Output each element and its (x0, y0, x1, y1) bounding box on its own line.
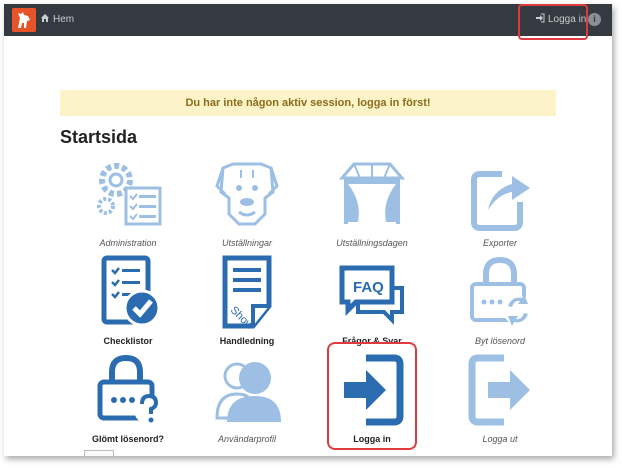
tile-utstallningar[interactable]: Utställningar (187, 156, 307, 248)
tile-checklistor[interactable]: Checklistor (68, 254, 188, 346)
tile-label: Handledning (219, 336, 275, 346)
tile-label: Glömt lösenord? (92, 434, 164, 444)
tile-label: Exporter (482, 238, 517, 248)
tile-label: Byt lösenord (474, 336, 526, 346)
gears-checklist-icon (97, 163, 162, 226)
lock-question-icon (97, 354, 162, 424)
tile-handledning[interactable]: Show Handledning (187, 254, 307, 346)
faq-text: FAQ (353, 279, 384, 296)
tile-glomt-losenord[interactable]: Glömt lösenord? (68, 352, 188, 444)
tile-label: Administration (99, 238, 157, 248)
tile-label: Logga ut (482, 434, 518, 444)
tile-label: Checklistor (103, 336, 153, 346)
nav-home-link[interactable]: Hem (40, 13, 74, 26)
session-alert: Du har inte någon aktiv session, logga i… (60, 90, 556, 116)
faq-icon: FAQ (339, 265, 404, 325)
tile-anvandarprofil[interactable]: Användarprofil (187, 352, 307, 444)
lock-refresh-icon (470, 256, 533, 326)
session-alert-text: Du har inte någon aktiv session, logga i… (185, 97, 431, 109)
tile-label: Användarprofil (217, 434, 277, 444)
nav-home-label: Hem (53, 14, 75, 25)
tile-utstallningsdagen[interactable]: Utställningsdagen (312, 156, 432, 248)
browser-window: Hem Logga in i Du har inte någon aktiv s… (4, 4, 612, 456)
checklist-icon (101, 255, 161, 327)
page-title: Startsida (60, 127, 138, 147)
logga-in-highlight-frame (327, 342, 417, 450)
document-show-icon: Show (222, 255, 272, 332)
home-icon (40, 13, 50, 26)
tile-byt-losenord[interactable]: Byt lösenord (440, 254, 560, 346)
tile-exporter[interactable]: Exporter (440, 156, 560, 248)
export-icon (471, 171, 530, 231)
tile-label: Utställningsdagen (336, 238, 408, 248)
tile-label: Utställningar (221, 238, 273, 248)
dog-face-icon (215, 162, 279, 226)
user-profile-icon (215, 362, 281, 422)
info-icon[interactable]: i (588, 13, 601, 26)
login-highlight-frame (518, 4, 588, 40)
bottom-scroll-widget[interactable] (84, 450, 114, 456)
tile-administration[interactable]: Administration (68, 156, 188, 248)
logout-icon (468, 354, 530, 426)
tile-fragor-svar[interactable]: FAQ Frågor & Svar (312, 254, 432, 346)
logo-icon[interactable] (12, 8, 36, 32)
tile-logga-ut[interactable]: Logga ut (440, 352, 560, 444)
tent-icon (338, 162, 406, 224)
